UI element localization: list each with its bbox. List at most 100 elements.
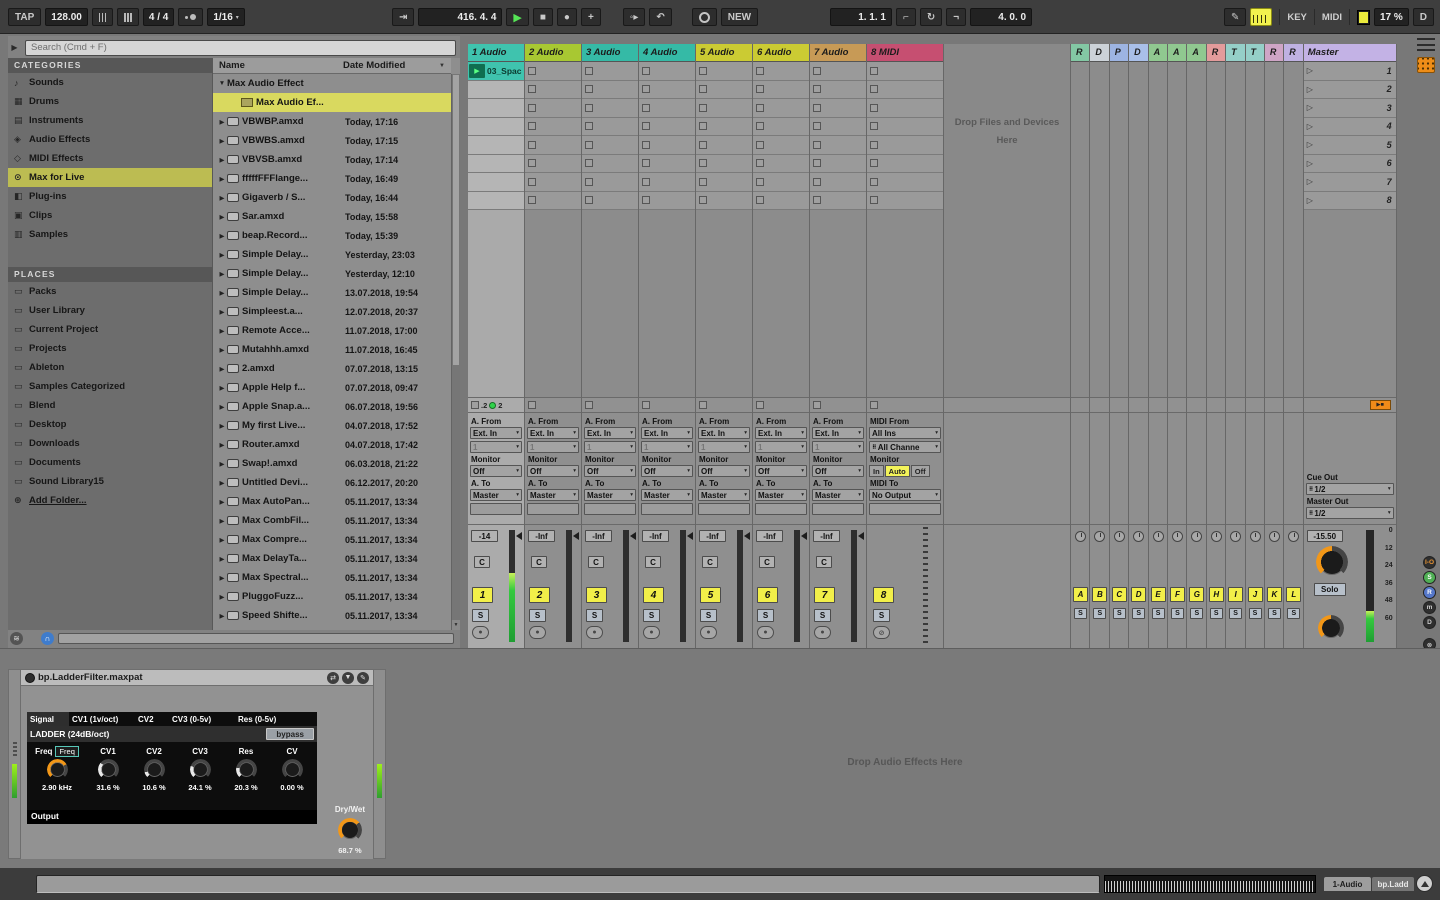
solo-button[interactable]: S bbox=[1132, 608, 1146, 619]
output-select[interactable]: Master ▾ bbox=[584, 489, 636, 501]
clip-stop-button[interactable] bbox=[756, 159, 764, 168]
clip-stop-button[interactable] bbox=[699, 177, 707, 186]
file-row[interactable]: ▶ 2.amxd 07.07.2018, 13:15 bbox=[213, 359, 451, 378]
track-header[interactable]: 4 Audio bbox=[639, 44, 695, 62]
clip-slot[interactable] bbox=[639, 99, 695, 118]
expander-icon[interactable]: ▶ bbox=[217, 403, 227, 411]
clip-slot[interactable] bbox=[867, 192, 943, 210]
expander-icon[interactable]: ▶ bbox=[217, 175, 227, 183]
pan-display[interactable]: C bbox=[759, 556, 775, 568]
clip-slot[interactable] bbox=[582, 136, 638, 155]
return-activator-button[interactable]: F bbox=[1169, 587, 1185, 602]
expander-icon[interactable]: ▶ bbox=[217, 574, 227, 582]
input-channel-select[interactable]: 1 ▾ bbox=[755, 441, 807, 453]
clip-stop-button[interactable] bbox=[528, 159, 536, 168]
clip-stop-button[interactable] bbox=[642, 103, 650, 112]
return-track-header[interactable]: A bbox=[1167, 44, 1187, 62]
clip-stop-button[interactable] bbox=[870, 159, 878, 168]
clip-stop-button[interactable] bbox=[642, 140, 650, 149]
input-channel-select[interactable]: 1 ▾ bbox=[698, 441, 750, 453]
sidebar-item-instruments[interactable]: ▤ Instruments bbox=[8, 111, 212, 130]
input-type-select[interactable]: Ext. In ▾ bbox=[527, 427, 579, 439]
file-row[interactable]: ▶ Max AutoPan... 05.11.2017, 13:34 bbox=[213, 492, 451, 511]
clip-slot[interactable] bbox=[582, 155, 638, 173]
clip-slot[interactable] bbox=[867, 155, 943, 173]
pan-knob[interactable] bbox=[1288, 531, 1300, 542]
track-stop-button[interactable] bbox=[813, 401, 821, 409]
clip-stop-button[interactable] bbox=[756, 122, 764, 131]
sidebar-item-sounds[interactable]: ♪ Sounds bbox=[8, 73, 212, 92]
clip-slot[interactable] bbox=[525, 173, 581, 192]
scene-play-icon[interactable]: ▷ bbox=[1307, 196, 1313, 205]
clip-slot[interactable] bbox=[810, 81, 866, 99]
expander-icon[interactable]: ▶ bbox=[217, 232, 227, 240]
file-row[interactable]: ▶ Router.amxd 04.07.2018, 17:42 bbox=[213, 435, 451, 454]
preview-headphone-icon[interactable]: ∩ bbox=[41, 631, 54, 645]
solo-button[interactable]: S bbox=[1267, 608, 1281, 619]
sidebar-item-current-project[interactable]: ▭ Current Project bbox=[8, 320, 212, 339]
output-select[interactable]: Master ▾ bbox=[527, 489, 579, 501]
pan-knob[interactable] bbox=[1268, 531, 1280, 542]
fader-handle[interactable] bbox=[687, 532, 693, 540]
fader-handle[interactable] bbox=[858, 532, 864, 540]
param-knob[interactable] bbox=[284, 762, 300, 777]
clip-slot[interactable] bbox=[696, 118, 752, 136]
expander-icon[interactable]: ▶ bbox=[217, 384, 227, 392]
output-channel-select[interactable] bbox=[755, 503, 807, 515]
reenable-automation-button[interactable]: ↶ bbox=[649, 8, 672, 26]
clip-stop-button[interactable] bbox=[642, 196, 650, 205]
clip-stop-button[interactable] bbox=[870, 66, 878, 75]
expander-icon[interactable]: ▶ bbox=[217, 327, 227, 335]
draw-mode-button[interactable]: ✎ bbox=[1223, 8, 1247, 26]
output-channel-select[interactable] bbox=[641, 503, 693, 515]
return-track-header[interactable]: T bbox=[1226, 44, 1245, 62]
output-channel-select[interactable] bbox=[869, 503, 941, 515]
scene-play-icon[interactable]: ▷ bbox=[1307, 85, 1313, 94]
track-stop-button[interactable] bbox=[528, 401, 536, 409]
sidebar-item-user-library[interactable]: ▭ User Library bbox=[8, 301, 212, 320]
device-drop-zone[interactable]: Drop Audio Effects Here bbox=[400, 757, 1410, 768]
file-row[interactable]: ▶ Speed Shifte... 05.11.2017, 13:34 bbox=[213, 606, 451, 625]
file-row[interactable]: ▶ Max CombFil... 05.11.2017, 13:34 bbox=[213, 511, 451, 530]
solo-button[interactable]: S bbox=[700, 609, 717, 622]
param-knob[interactable] bbox=[100, 762, 116, 777]
pan-knob[interactable] bbox=[1152, 531, 1164, 542]
clip-stop-button[interactable] bbox=[528, 177, 536, 186]
monitor-select[interactable]: Off ▾ bbox=[470, 465, 522, 477]
arm-button[interactable]: ● bbox=[586, 626, 603, 639]
return-activator-button[interactable]: G bbox=[1189, 587, 1205, 602]
file-list-scrollbar[interactable]: ▼ bbox=[451, 74, 460, 630]
return-activator-button[interactable]: H bbox=[1208, 587, 1224, 602]
clip-stop-button[interactable] bbox=[813, 122, 821, 131]
expander-icon[interactable]: ▶ bbox=[217, 137, 227, 145]
file-row[interactable]: ▶ VBWBS.amxd Today, 17:15 bbox=[213, 131, 451, 150]
track-header[interactable]: 8 MIDI bbox=[867, 44, 943, 62]
input-type-select[interactable]: Ext. In ▾ bbox=[470, 427, 522, 439]
clip-slot[interactable] bbox=[468, 155, 524, 173]
master-pan-knob[interactable] bbox=[1318, 549, 1345, 575]
clip-slot[interactable] bbox=[753, 62, 809, 81]
sidebar-item-packs[interactable]: ▭ Packs bbox=[8, 282, 212, 301]
sidebar-item-sound-library15[interactable]: ▭ Sound Library15 bbox=[8, 472, 212, 491]
track-stop-button[interactable] bbox=[642, 401, 650, 409]
clip-slot[interactable] bbox=[753, 118, 809, 136]
expander-icon[interactable]: ▶ bbox=[217, 593, 227, 601]
sidebar-item-samples[interactable]: ▥ Samples bbox=[8, 225, 212, 244]
expander-icon[interactable]: ▶ bbox=[217, 498, 227, 506]
clip-slot[interactable] bbox=[468, 136, 524, 155]
quantization-menu[interactable]: 1/16 ▾ bbox=[207, 8, 245, 26]
fader-handle[interactable] bbox=[573, 532, 579, 540]
device-activator-button[interactable] bbox=[25, 672, 35, 683]
name-column-header[interactable]: Name bbox=[219, 60, 343, 71]
clip-slot[interactable] bbox=[582, 99, 638, 118]
scene-play-icon[interactable]: ▷ bbox=[1307, 159, 1313, 168]
clip-stop-button[interactable] bbox=[585, 66, 593, 75]
clip-stop-button[interactable] bbox=[642, 66, 650, 75]
solo-button[interactable]: S bbox=[1151, 608, 1165, 619]
pan-knob[interactable] bbox=[1113, 531, 1125, 542]
file-row[interactable]: ▶ Sar.amxd Today, 15:58 bbox=[213, 207, 451, 226]
sidebar-item-samples-categorized[interactable]: ▭ Samples Categorized bbox=[8, 377, 212, 396]
file-row[interactable]: ▶ Gigaverb / S... Today, 16:44 bbox=[213, 188, 451, 207]
output-select[interactable]: Master ▾ bbox=[698, 489, 750, 501]
hot-swap-button[interactable]: ⇄ bbox=[327, 671, 339, 684]
